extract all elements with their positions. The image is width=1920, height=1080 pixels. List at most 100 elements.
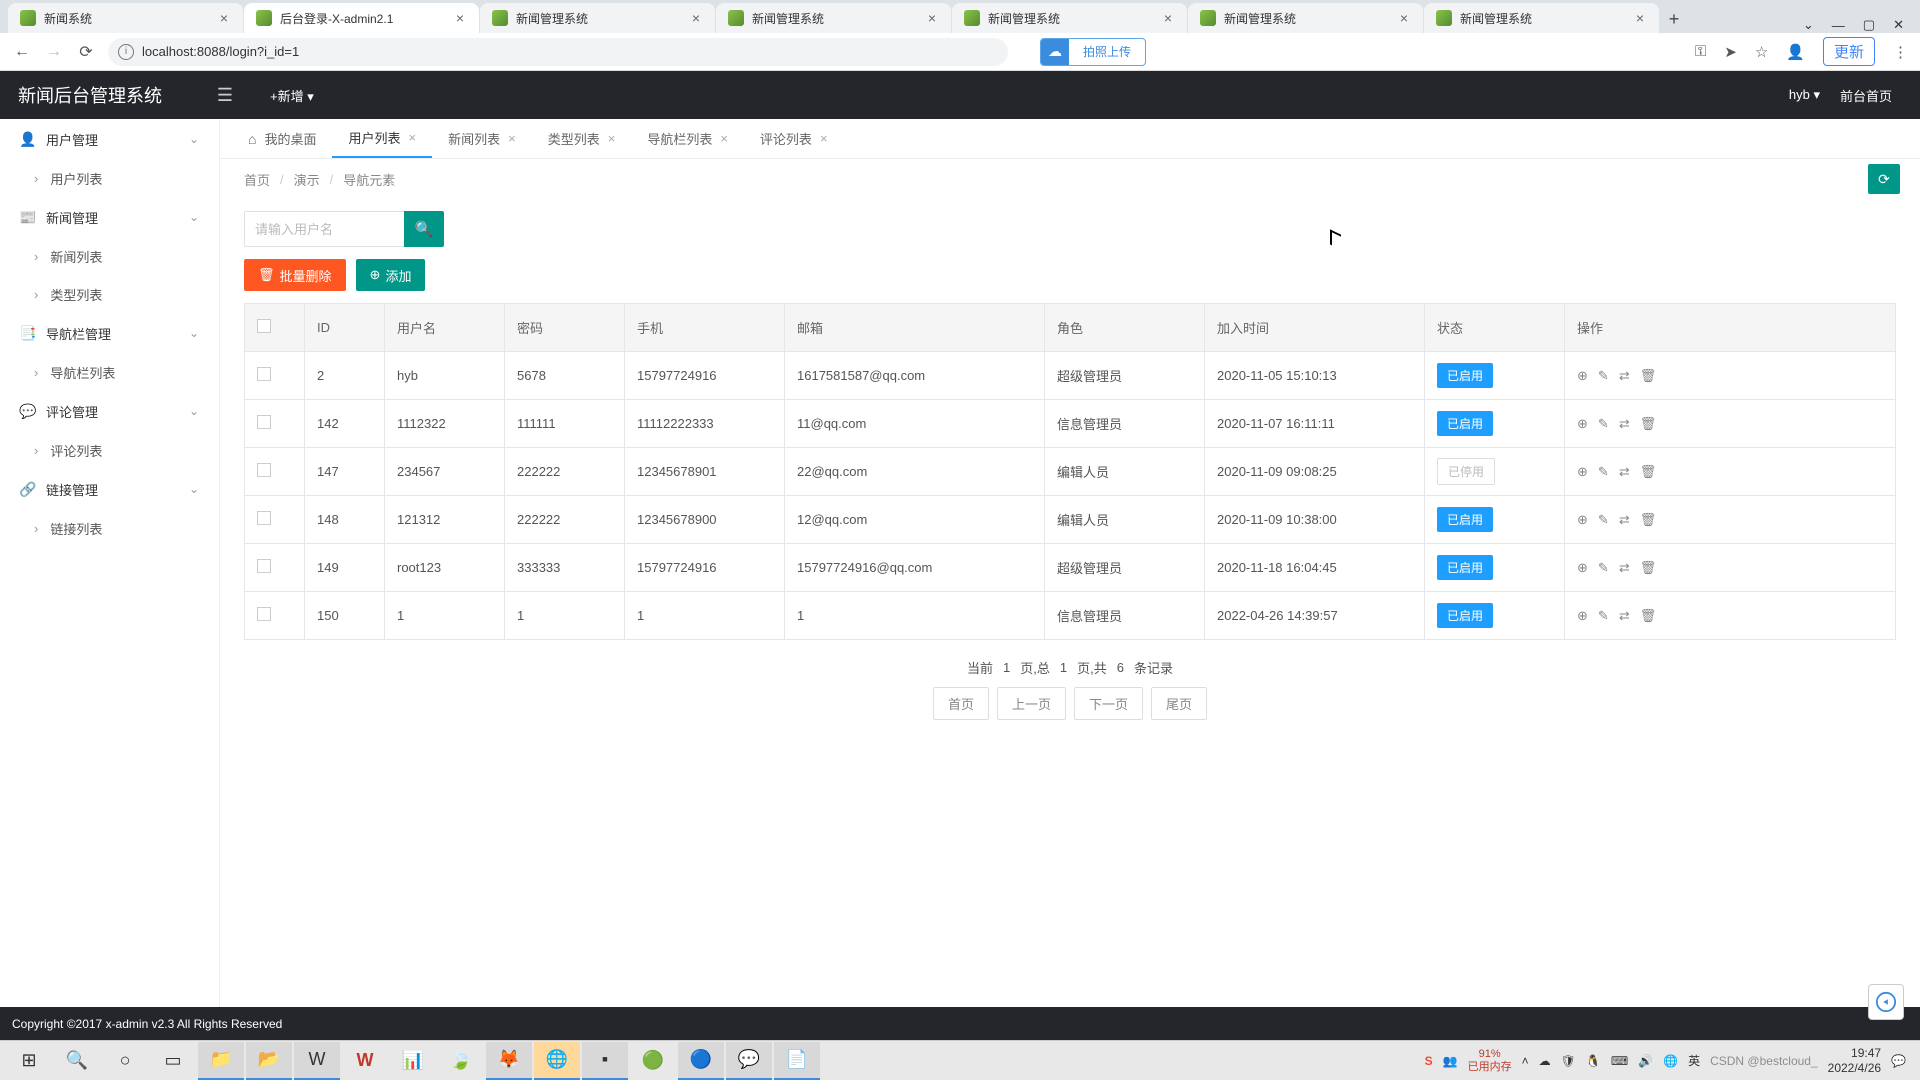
delete-icon[interactable]: 🗑: [1640, 416, 1657, 432]
tray-icon[interactable]: 👥: [1443, 1054, 1458, 1068]
taskbar-app[interactable]: 📄: [774, 1042, 820, 1080]
download-icon[interactable]: ⊕: [1577, 560, 1588, 576]
terminal-icon[interactable]: ▪: [582, 1042, 628, 1080]
content-tab[interactable]: 导航栏列表×: [631, 119, 744, 158]
send-icon[interactable]: ➤: [1724, 43, 1737, 61]
firefox-icon[interactable]: 🦊: [486, 1042, 532, 1080]
window-close-icon[interactable]: ✕: [1893, 17, 1904, 33]
new-tab-button[interactable]: +: [1660, 5, 1688, 33]
add-button[interactable]: ⊕ 添加: [356, 259, 426, 291]
close-icon[interactable]: ×: [820, 131, 828, 146]
download-icon[interactable]: ⊕: [1577, 512, 1588, 528]
wechat-icon[interactable]: 💬: [726, 1042, 772, 1080]
tray-icon[interactable]: 🛡: [1561, 1054, 1576, 1068]
tray-icon[interactable]: ⌨: [1611, 1054, 1628, 1068]
add-new-dropdown[interactable]: +新增 ▾: [250, 86, 334, 105]
forward-button[interactable]: →: [44, 42, 64, 62]
refresh-button[interactable]: ⟳: [1868, 164, 1900, 194]
row-checkbox[interactable]: [257, 607, 271, 621]
sidebar-item[interactable]: 新闻列表: [0, 237, 219, 275]
download-icon[interactable]: ⊕: [1577, 608, 1588, 624]
search-icon[interactable]: 🔍: [54, 1042, 100, 1080]
row-checkbox[interactable]: [257, 511, 271, 525]
chevron-down-icon[interactable]: ⌄: [1803, 17, 1814, 33]
sidebar-item[interactable]: 评论列表: [0, 431, 219, 469]
notifications-icon[interactable]: 💬: [1891, 1054, 1906, 1068]
close-icon[interactable]: ×: [720, 131, 728, 146]
edit-icon[interactable]: ✎: [1598, 560, 1609, 576]
download-icon[interactable]: ⊕: [1577, 464, 1588, 480]
tray-icon[interactable]: S: [1425, 1054, 1433, 1068]
content-tab[interactable]: 评论列表×: [744, 119, 844, 158]
sidebar-group[interactable]: 💬评论管理: [0, 391, 219, 431]
taskview-icon[interactable]: ▭: [150, 1042, 196, 1080]
swap-icon[interactable]: ⇄: [1619, 464, 1630, 480]
search-button[interactable]: 🔍: [404, 211, 444, 247]
content-tab[interactable]: 类型列表×: [532, 119, 632, 158]
swap-icon[interactable]: ⇄: [1619, 416, 1630, 432]
sidebar-item[interactable]: 导航栏列表: [0, 353, 219, 391]
swap-icon[interactable]: ⇄: [1619, 608, 1630, 624]
delete-icon[interactable]: 🗑: [1640, 560, 1657, 576]
edit-icon[interactable]: ✎: [1598, 464, 1609, 480]
browser-tab[interactable]: 新闻管理系统 ×: [1424, 3, 1659, 33]
status-badge[interactable]: 已启用: [1437, 411, 1493, 436]
star-icon[interactable]: ☆: [1755, 43, 1768, 61]
swap-icon[interactable]: ⇄: [1619, 512, 1630, 528]
sidebar-item[interactable]: 类型列表: [0, 275, 219, 313]
close-icon[interactable]: ×: [409, 130, 417, 145]
site-info-icon[interactable]: i: [118, 44, 134, 60]
download-icon[interactable]: ⊕: [1577, 416, 1588, 432]
status-badge[interactable]: 已启用: [1437, 555, 1493, 580]
user-menu[interactable]: hyb ▾: [1789, 87, 1820, 103]
memory-indicator[interactable]: 91% 已用内存: [1468, 1048, 1512, 1072]
status-badge[interactable]: 已启用: [1437, 507, 1493, 532]
taskbar-app[interactable]: 🟢: [630, 1042, 676, 1080]
minimize-icon[interactable]: —: [1832, 18, 1845, 33]
delete-icon[interactable]: 🗑: [1640, 464, 1657, 480]
close-icon[interactable]: ×: [608, 131, 616, 146]
chrome-icon[interactable]: 🌐: [534, 1042, 580, 1080]
row-checkbox[interactable]: [257, 415, 271, 429]
status-badge[interactable]: 已启用: [1437, 363, 1493, 388]
content-tab[interactable]: 用户列表×: [332, 119, 432, 158]
front-home-link[interactable]: 前台首页: [1840, 86, 1892, 105]
batch-delete-button[interactable]: 🗑 批量删除: [244, 259, 346, 291]
taskbar-app[interactable]: 📂: [246, 1042, 292, 1080]
close-icon[interactable]: ×: [1397, 11, 1411, 25]
last-page-button[interactable]: 尾页: [1151, 687, 1207, 720]
sidebar-group[interactable]: 👤用户管理: [0, 119, 219, 159]
assist-button[interactable]: [1868, 984, 1904, 1020]
search-input[interactable]: [244, 211, 404, 247]
browser-tab[interactable]: 新闻管理系统 ×: [1188, 3, 1423, 33]
baidu-upload-button[interactable]: ☁ 拍照上传: [1040, 38, 1146, 66]
network-icon[interactable]: 🌐: [1663, 1054, 1678, 1068]
profile-icon[interactable]: 👤: [1786, 43, 1805, 61]
key-icon[interactable]: ⚿: [1695, 43, 1706, 60]
menu-toggle-icon[interactable]: ☰: [200, 71, 250, 119]
edit-icon[interactable]: ✎: [1598, 512, 1609, 528]
row-checkbox[interactable]: [257, 559, 271, 573]
sidebar-group[interactable]: 🔗链接管理: [0, 469, 219, 509]
start-button[interactable]: ⊞: [6, 1042, 52, 1080]
reload-button[interactable]: ⟳: [76, 42, 96, 62]
delete-icon[interactable]: 🗑: [1640, 608, 1657, 624]
first-page-button[interactable]: 首页: [933, 687, 989, 720]
content-tab[interactable]: 我的桌面: [232, 119, 332, 158]
swap-icon[interactable]: ⇄: [1619, 368, 1630, 384]
edit-icon[interactable]: ✎: [1598, 368, 1609, 384]
cortana-icon[interactable]: ○: [102, 1042, 148, 1080]
swap-icon[interactable]: ⇄: [1619, 560, 1630, 576]
browser-tab[interactable]: 后台登录-X-admin2.1 ×: [244, 3, 479, 33]
browser-tab[interactable]: 新闻管理系统 ×: [716, 3, 951, 33]
edit-icon[interactable]: ✎: [1598, 608, 1609, 624]
close-icon[interactable]: ×: [1633, 11, 1647, 25]
close-icon[interactable]: ×: [508, 131, 516, 146]
close-icon[interactable]: ×: [453, 11, 467, 25]
taskbar-app[interactable]: 🍃: [438, 1042, 484, 1080]
taskbar-app[interactable]: W: [294, 1042, 340, 1080]
row-checkbox[interactable]: [257, 367, 271, 381]
clock[interactable]: 19:47 2022/4/26: [1828, 1046, 1881, 1075]
sidebar-item[interactable]: 用户列表: [0, 159, 219, 197]
status-badge[interactable]: 已启用: [1437, 603, 1493, 628]
